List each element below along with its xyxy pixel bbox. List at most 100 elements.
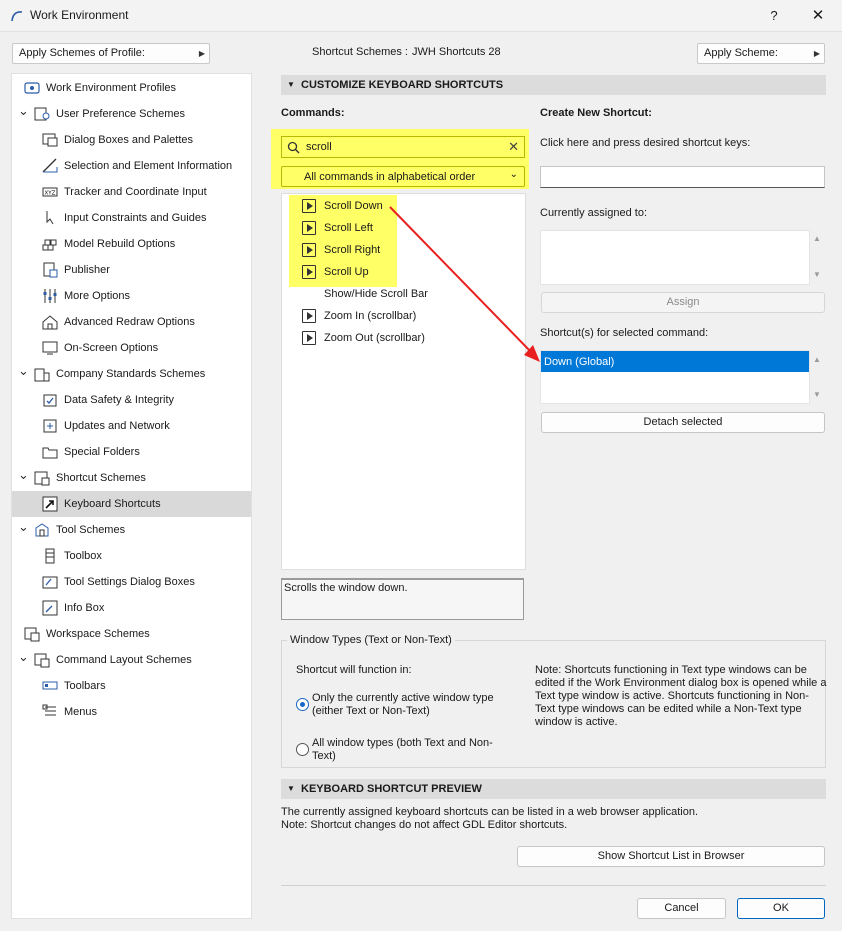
tree-item-label: On-Screen Options: [64, 342, 159, 354]
tree-item[interactable]: Data Safety & Integrity: [12, 387, 251, 413]
tree-item[interactable]: ⌄ Shortcut Schemes: [12, 465, 251, 491]
tree-item[interactable]: Keyboard Shortcuts: [12, 491, 251, 517]
tree-item-label: Tracker and Coordinate Input: [64, 186, 207, 198]
close-button[interactable]: ✕: [804, 4, 832, 28]
tree-item[interactable]: ⌄ Company Standards Schemes: [12, 361, 251, 387]
tree-item-label: Special Folders: [64, 446, 140, 458]
command-filter-value: All commands in alphabetical order: [304, 171, 476, 183]
command-label: Scroll Down: [324, 200, 383, 212]
tree-item[interactable]: Toolbars: [12, 673, 251, 699]
tree-item-label: Tool Settings Dialog Boxes: [64, 576, 195, 588]
collapse-triangle-icon: ▼: [287, 80, 295, 89]
divider: [281, 885, 826, 886]
tree-item[interactable]: Updates and Network: [12, 413, 251, 439]
customize-section-header[interactable]: ▼ CUSTOMIZE KEYBOARD SHORTCUTS: [281, 75, 826, 95]
chevron-down-icon[interactable]: ⌄: [18, 647, 29, 673]
tree-item[interactable]: More Options: [12, 283, 251, 309]
tree-item-label: Selection and Element Information: [64, 160, 233, 172]
preview-section-header[interactable]: ▼ KEYBOARD SHORTCUT PREVIEW: [281, 779, 826, 799]
window-types-note: Note: Shortcuts functioning in Text type…: [535, 664, 827, 728]
command-label: Scroll Right: [324, 244, 381, 256]
tree-item[interactable]: Menus: [12, 699, 251, 725]
preview-header-label: KEYBOARD SHORTCUT PREVIEW: [301, 783, 482, 795]
tree-item[interactable]: Selection and Element Information: [12, 153, 251, 179]
collapse-triangle-icon: ▼: [287, 784, 295, 793]
create-new-shortcut-label: Create New Shortcut:: [540, 107, 652, 119]
tree-item[interactable]: Special Folders: [12, 439, 251, 465]
svg-text:XYZ: XYZ: [45, 191, 56, 197]
info-box-icon: [42, 600, 58, 616]
tree-item-label: Info Box: [64, 602, 105, 614]
ok-button[interactable]: OK: [737, 898, 825, 919]
tree-item[interactable]: XYZ Tracker and Coordinate Input: [12, 179, 251, 205]
company-icon: [34, 368, 50, 382]
command-label: Scroll Up: [324, 266, 369, 278]
menus-icon: [42, 704, 56, 716]
function-in-label: Shortcut will function in:: [296, 664, 412, 676]
folder-icon: [42, 447, 58, 459]
tool-schemes-icon: [35, 523, 49, 537]
shortcut-row[interactable]: Down (Global): [541, 351, 809, 372]
tree-item[interactable]: Info Box: [12, 595, 251, 621]
scroll-down-icon[interactable]: ▼: [813, 390, 821, 399]
scroll-up-icon[interactable]: ▲: [813, 234, 821, 243]
keyboard-shortcut-icon: [42, 496, 58, 512]
shortcuts-list: Down (Global): [540, 350, 810, 404]
help-button[interactable]: ?: [760, 4, 788, 28]
tree-item-label: More Options: [64, 290, 131, 302]
shortcut-row-label: Down (Global): [544, 356, 615, 368]
shortcut-schemes-label: Shortcut Schemes :: [312, 46, 408, 58]
tree-item[interactable]: ⌄ Tool Schemes: [12, 517, 251, 543]
detach-selected-button[interactable]: Detach selected: [541, 412, 825, 433]
chevron-down-icon: ⌄: [509, 169, 518, 180]
network-icon: [43, 419, 57, 433]
shortcut-key-input[interactable]: [540, 166, 825, 188]
apply-profile-dropdown[interactable]: Apply Schemes of Profile: ▶: [12, 43, 210, 64]
tree-item[interactable]: Workspace Schemes: [12, 621, 251, 647]
preview-text-line1: The currently assigned keyboard shortcut…: [281, 806, 699, 818]
show-shortcut-list-button[interactable]: Show Shortcut List in Browser: [517, 846, 825, 867]
tree-item[interactable]: Publisher: [12, 257, 251, 283]
tree-item[interactable]: Advanced Redraw Options: [12, 309, 251, 335]
play-command-icon: [302, 265, 316, 279]
play-command-icon: [302, 243, 316, 257]
tree-item[interactable]: Dialog Boxes and Palettes: [12, 127, 251, 153]
tree-item[interactable]: Toolbox: [12, 543, 251, 569]
tree-item[interactable]: Tool Settings Dialog Boxes: [12, 569, 251, 595]
tree-item-label: Company Standards Schemes: [56, 368, 206, 380]
tree-item-label: Toolbars: [64, 680, 106, 692]
command-layout-icon: [34, 653, 50, 668]
clear-search-icon[interactable]: ✕: [508, 139, 519, 155]
apply-scheme-label: Apply Scheme:: [704, 47, 778, 59]
chevron-down-icon[interactable]: ⌄: [18, 101, 29, 127]
radio-active-window[interactable]: [296, 698, 309, 711]
model-rebuild-icon: [42, 239, 57, 251]
data-safety-icon: [43, 394, 57, 407]
chevron-down-icon[interactable]: ⌄: [18, 517, 29, 543]
tree-item[interactable]: Model Rebuild Options: [12, 231, 251, 257]
scroll-up-icon[interactable]: ▲: [813, 355, 821, 364]
play-command-icon: [302, 331, 316, 345]
play-command-icon: [302, 199, 316, 213]
screen-icon: [42, 341, 58, 355]
tree-item[interactable]: On-Screen Options: [12, 335, 251, 361]
tree-item[interactable]: ⌄ User Preference Schemes: [12, 101, 251, 127]
tree-item[interactable]: Input Constraints and Guides: [12, 205, 251, 231]
tree-item[interactable]: ⌄ Command Layout Schemes: [12, 647, 251, 673]
cancel-button[interactable]: Cancel: [637, 898, 726, 919]
radio-all-windows[interactable]: [296, 743, 309, 756]
chevron-down-icon[interactable]: ⌄: [18, 361, 29, 387]
apply-scheme-dropdown[interactable]: Apply Scheme: ▶: [697, 43, 825, 64]
scroll-down-icon[interactable]: ▼: [813, 270, 821, 279]
chevron-right-icon: ▶: [198, 49, 205, 58]
press-keys-label: Click here and press desired shortcut ke…: [540, 137, 751, 149]
chevron-down-icon[interactable]: ⌄: [18, 465, 29, 491]
tree-item[interactable]: Work Environment Profiles: [12, 75, 251, 101]
search-field[interactable]: scroll ✕: [281, 136, 525, 158]
tree-item-label: Menus: [64, 706, 98, 718]
search-input[interactable]: scroll: [306, 141, 332, 153]
assign-button[interactable]: Assign: [541, 292, 825, 313]
tree-item-label: Workspace Schemes: [46, 628, 150, 640]
toolbars-icon: [42, 681, 58, 690]
command-filter-dropdown[interactable]: All commands in alphabetical order ⌄: [281, 166, 525, 187]
